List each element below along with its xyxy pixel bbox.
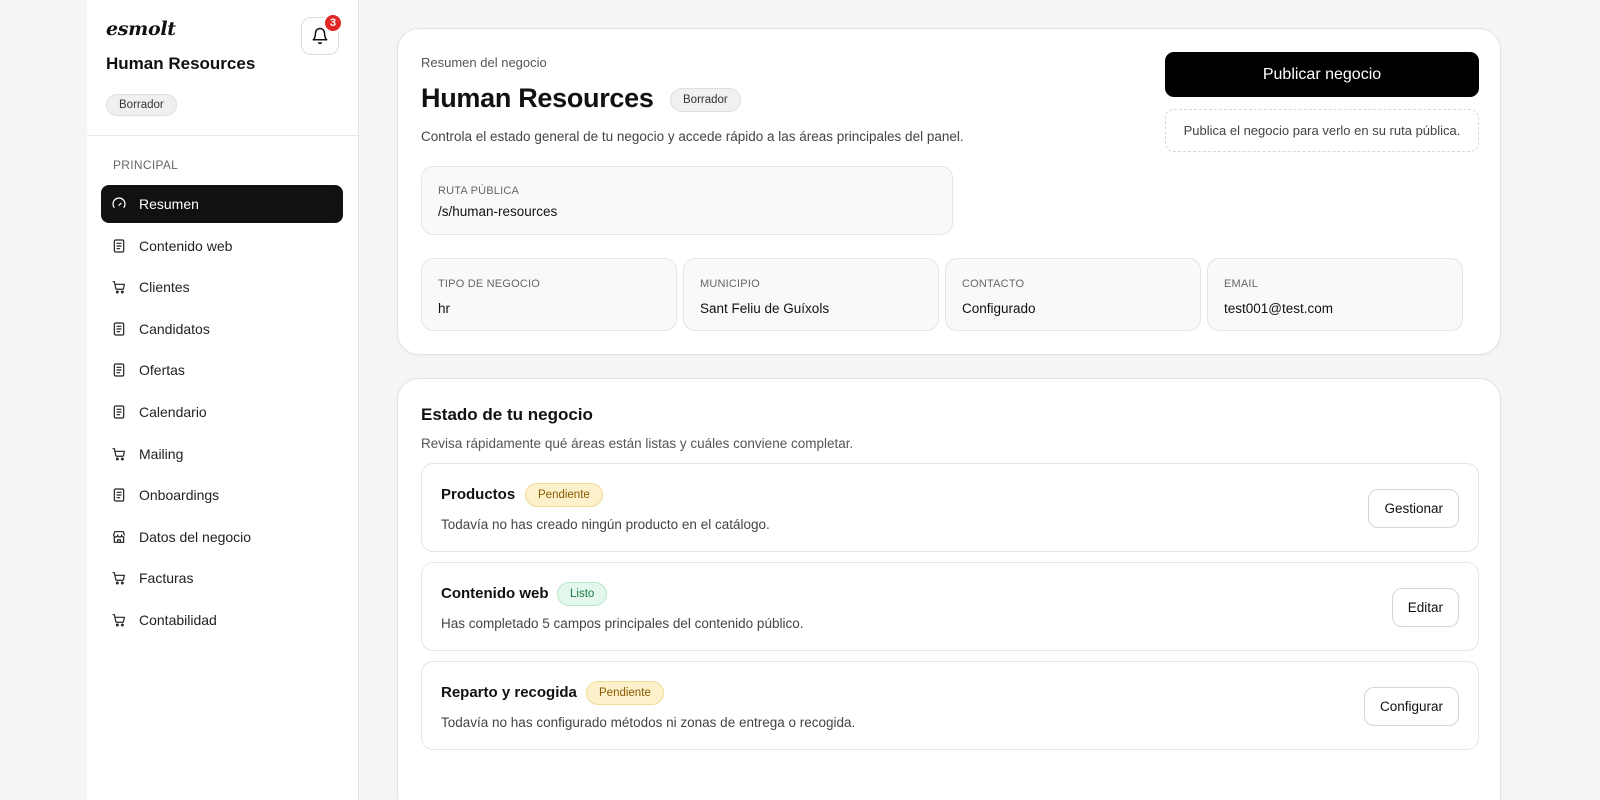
- field-value: Configurado: [962, 301, 1036, 316]
- business-type-box: TIPO DE NEGOCIO hr: [421, 258, 677, 331]
- public-route-value: /s/human-resources: [438, 204, 558, 219]
- document-icon: [113, 238, 125, 253]
- status-description: Revisa rápidamente qué áreas están lista…: [421, 436, 854, 451]
- status-row: Reparto y recogida Pendiente Todavía no ha…: [421, 661, 1479, 750]
- status-row: Productos Pendiente Todavía no has creado …: [421, 463, 1479, 552]
- field-label: MUNICIPIO: [700, 278, 760, 290]
- status-row-description: Todavía no has creado ningún producto en…: [441, 517, 770, 532]
- sidebar-item-label: Datos del negocio: [139, 528, 252, 545]
- sidebar-header: esmolt 3 Human Resources Borrador: [87, 0, 358, 136]
- sidebar-nav: Resumen Contenido web Clientes Candidatos Of…: [101, 185, 343, 643]
- sidebar-item-label: Calendario: [139, 403, 207, 420]
- email-box: EMAIL test001@test.com: [1207, 258, 1463, 331]
- status-row-description: Todavía no has configurado métodos ni zo…: [441, 715, 856, 730]
- sidebar-item-label: Facturas: [139, 570, 194, 587]
- sidebar-item-ofertas[interactable]: Ofertas: [101, 351, 343, 389]
- cart-icon: [112, 572, 125, 585]
- business-name: Human Resources: [106, 54, 256, 73]
- status-row-description: Has completado 5 campos principales del …: [441, 616, 804, 631]
- document-icon: [113, 405, 125, 419]
- sidebar: esmolt 3 Human Resources Borrador PRINCI…: [87, 0, 359, 800]
- sidebar-item-calendario[interactable]: Calendario: [101, 393, 343, 431]
- notification-count-badge: 3: [323, 13, 343, 33]
- status-row-title: Reparto y recogida: [441, 684, 577, 701]
- page-gutter: [0, 0, 87, 800]
- configurar-button[interactable]: Configurar: [1363, 687, 1459, 726]
- cart-icon: [112, 281, 125, 294]
- status-row-badge: Listo: [557, 582, 608, 606]
- status-row-title: Contenido web: [441, 585, 549, 602]
- status-row-badge: Pendiente: [525, 483, 603, 507]
- sidebar-item-resumen[interactable]: Resumen: [101, 185, 343, 223]
- sidebar-item-facturas[interactable]: Facturas: [101, 559, 343, 597]
- field-label: CONTACTO: [962, 278, 1025, 290]
- status-badge: Borrador: [106, 94, 177, 116]
- document-icon: [113, 363, 125, 377]
- editar-button[interactable]: Editar: [1391, 588, 1459, 627]
- document-icon: [113, 488, 125, 502]
- gauge-icon: [112, 197, 126, 208]
- public-route-label: RUTA PÚBLICA: [438, 185, 520, 197]
- summary-kicker: Resumen del negocio: [421, 55, 547, 70]
- field-value: Sant Feliu de Guíxols: [700, 301, 830, 316]
- field-value: hr: [438, 301, 451, 316]
- sidebar-item-contenido-web[interactable]: Contenido web: [101, 227, 343, 265]
- field-value: test001@test.com: [1224, 301, 1334, 316]
- cart-icon: [112, 447, 125, 461]
- gestionar-button[interactable]: Gestionar: [1368, 489, 1459, 528]
- summary-description: Controla el estado general de tu negocio…: [421, 129, 964, 144]
- public-route-box: RUTA PÚBLICA /s/human-resources: [421, 166, 953, 235]
- title-status-badge: Borrador: [670, 88, 741, 112]
- sidebar-item-label: Candidatos: [139, 320, 210, 337]
- sidebar-item-label: Ofertas: [139, 362, 185, 379]
- field-label: EMAIL: [1224, 278, 1259, 290]
- publish-note: Publica el negocio para verlo en su ruta…: [1165, 109, 1479, 152]
- business-summary-card: Resumen del negocio Human Resources Borr…: [397, 28, 1501, 355]
- page-title: Human Resources: [421, 83, 654, 113]
- contact-box: CONTACTO Configurado: [945, 258, 1201, 331]
- status-title: Estado de tu negocio: [421, 405, 593, 424]
- sidebar-item-label: Contabilidad: [139, 611, 217, 628]
- store-icon: [113, 530, 125, 543]
- publish-business-button[interactable]: Publicar negocio: [1165, 52, 1479, 97]
- sidebar-item-label: Onboardings: [139, 487, 220, 504]
- nav-section-label: PRINCIPAL: [113, 158, 179, 172]
- status-row-title: Productos: [441, 486, 516, 503]
- document-icon: [113, 322, 125, 336]
- sidebar-item-clientes[interactable]: Clientes: [101, 268, 343, 306]
- status-row: Contenido web Listo Has completado 5 campo…: [421, 562, 1479, 651]
- status-row-badge: Pendiente: [586, 681, 664, 705]
- app-logo[interactable]: esmolt: [106, 18, 176, 40]
- sidebar-item-onboardings[interactable]: Onboardings: [101, 476, 343, 514]
- field-label: TIPO DE NEGOCIO: [438, 278, 541, 290]
- sidebar-item-mailing[interactable]: Mailing: [101, 435, 343, 473]
- cart-icon: [112, 614, 125, 627]
- sidebar-item-label: Clientes: [139, 279, 190, 296]
- sidebar-item-label: Mailing: [139, 445, 184, 462]
- municipality-box: MUNICIPIO Sant Feliu de Guíxols: [683, 258, 939, 331]
- sidebar-item-candidatos[interactable]: Candidatos: [101, 310, 343, 348]
- sidebar-item-contabilidad[interactable]: Contabilidad: [101, 601, 343, 639]
- sidebar-item-label: Resumen: [139, 196, 199, 212]
- sidebar-item-label: Contenido web: [139, 237, 233, 254]
- sidebar-item-datos-del-negocio[interactable]: Datos del negocio: [101, 518, 343, 556]
- business-status-card: Estado de tu negocio Revisa rápidamente …: [397, 378, 1501, 800]
